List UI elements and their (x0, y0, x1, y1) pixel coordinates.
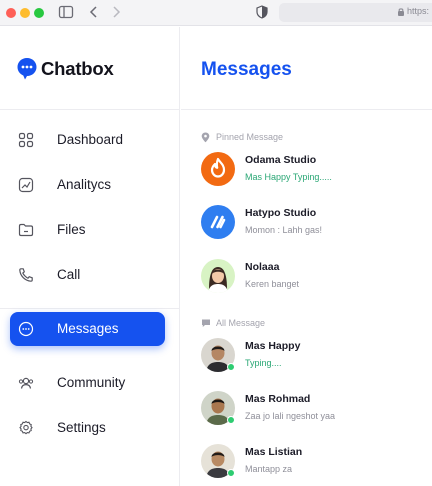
sidebar-divider (0, 109, 180, 110)
conversation-odama-studio[interactable]: Odama Studio Mas Happy Typing..... (201, 152, 426, 192)
sidebar-divider (0, 308, 180, 309)
sidebar-item-settings[interactable]: Settings (10, 411, 165, 445)
browser-toolbar: https: (0, 0, 432, 26)
page-title: Messages (201, 59, 292, 80)
avatar (201, 205, 235, 239)
phone-icon (19, 268, 33, 282)
pinned-label-text: Pinned Message (216, 132, 284, 142)
maximize-window-button[interactable] (34, 8, 44, 18)
lock-icon (398, 8, 404, 16)
flame-logo-icon (210, 157, 226, 178)
conversation-name: Odama Studio (245, 154, 317, 166)
brand-name: Chatbox (41, 58, 114, 79)
minimize-window-button[interactable] (20, 8, 30, 18)
sidebar-item-label: Analitycs (57, 177, 112, 192)
sidebar-item-community[interactable]: Community (10, 366, 165, 400)
conversation-preview: Zaa jo lali ngeshot yaa (245, 411, 336, 421)
conversation-name: Mas Rohmad (245, 393, 311, 405)
url-text: https: (407, 6, 430, 16)
conversation-name: Mas Listian (245, 446, 303, 458)
shield-icon[interactable] (256, 5, 268, 19)
conversation-hatypo-studio[interactable]: Hatypo Studio Momon : Lahh gas! (201, 205, 426, 245)
conversation-preview: Mantapp za (245, 464, 293, 474)
folder-icon (18, 223, 34, 237)
messages-panel: Messages Pinned Message Odama Studio Mas… (181, 27, 432, 486)
chart-icon (18, 177, 34, 193)
grid-icon (18, 132, 34, 148)
sidebar-toggle-icon[interactable] (58, 5, 74, 19)
person-avatar-icon (208, 267, 228, 293)
conversation-mas-happy[interactable]: Mas Happy Typing.... (201, 338, 426, 378)
users-icon (18, 377, 34, 389)
sidebar-item-label: Settings (57, 420, 106, 435)
sidebar: Chatbox Dashboard Analitycs Files Call M… (0, 27, 180, 486)
conversation-name: Mas Happy (245, 340, 301, 352)
hatypo-logo-icon (210, 215, 226, 229)
chat-icon (202, 319, 210, 327)
message-icon (18, 321, 34, 337)
sidebar-item-label: Dashboard (57, 132, 124, 147)
sidebar-item-files[interactable]: Files (10, 213, 165, 247)
conversation-mas-rohmad[interactable]: Mas Rohmad Zaa jo lali ngeshot yaa (201, 391, 426, 431)
back-icon[interactable] (89, 5, 99, 19)
pin-icon (201, 132, 210, 143)
sidebar-item-messages[interactable]: Messages (10, 312, 165, 346)
sidebar-item-analitycs[interactable]: Analitycs (10, 168, 165, 202)
avatar (201, 152, 235, 186)
conversation-preview: Keren banget (245, 279, 300, 289)
conversation-mas-listian[interactable]: Mas Listian Mantapp za (201, 444, 426, 484)
online-status-indicator (227, 363, 235, 371)
conversation-preview: Typing.... (245, 358, 282, 368)
sidebar-item-dashboard[interactable]: Dashboard (10, 123, 165, 157)
sidebar-item-label: Messages (57, 321, 119, 336)
close-window-button[interactable] (6, 8, 16, 18)
gear-icon (19, 420, 33, 435)
online-status-indicator (227, 469, 235, 477)
address-bar[interactable]: https: (279, 3, 432, 22)
header-divider (181, 109, 432, 110)
avatar (201, 259, 235, 293)
sidebar-item-label: Call (57, 267, 81, 282)
all-label-text: All Message (216, 318, 266, 328)
sidebar-item-call[interactable]: Call (10, 258, 165, 292)
online-status-indicator (227, 416, 235, 424)
conversation-nolaaa[interactable]: Nolaaa Keren banget (201, 259, 426, 299)
conversation-preview: Momon : Lahh gas! (245, 225, 323, 235)
forward-icon[interactable] (111, 5, 121, 19)
sidebar-item-label: Community (57, 375, 126, 390)
conversation-preview: Mas Happy Typing..... (245, 172, 332, 182)
chat-bubble-logo-icon (17, 58, 37, 80)
conversation-name: Nolaaa (245, 261, 280, 273)
conversation-name: Hatypo Studio (245, 207, 317, 219)
sidebar-item-label: Files (57, 222, 86, 237)
